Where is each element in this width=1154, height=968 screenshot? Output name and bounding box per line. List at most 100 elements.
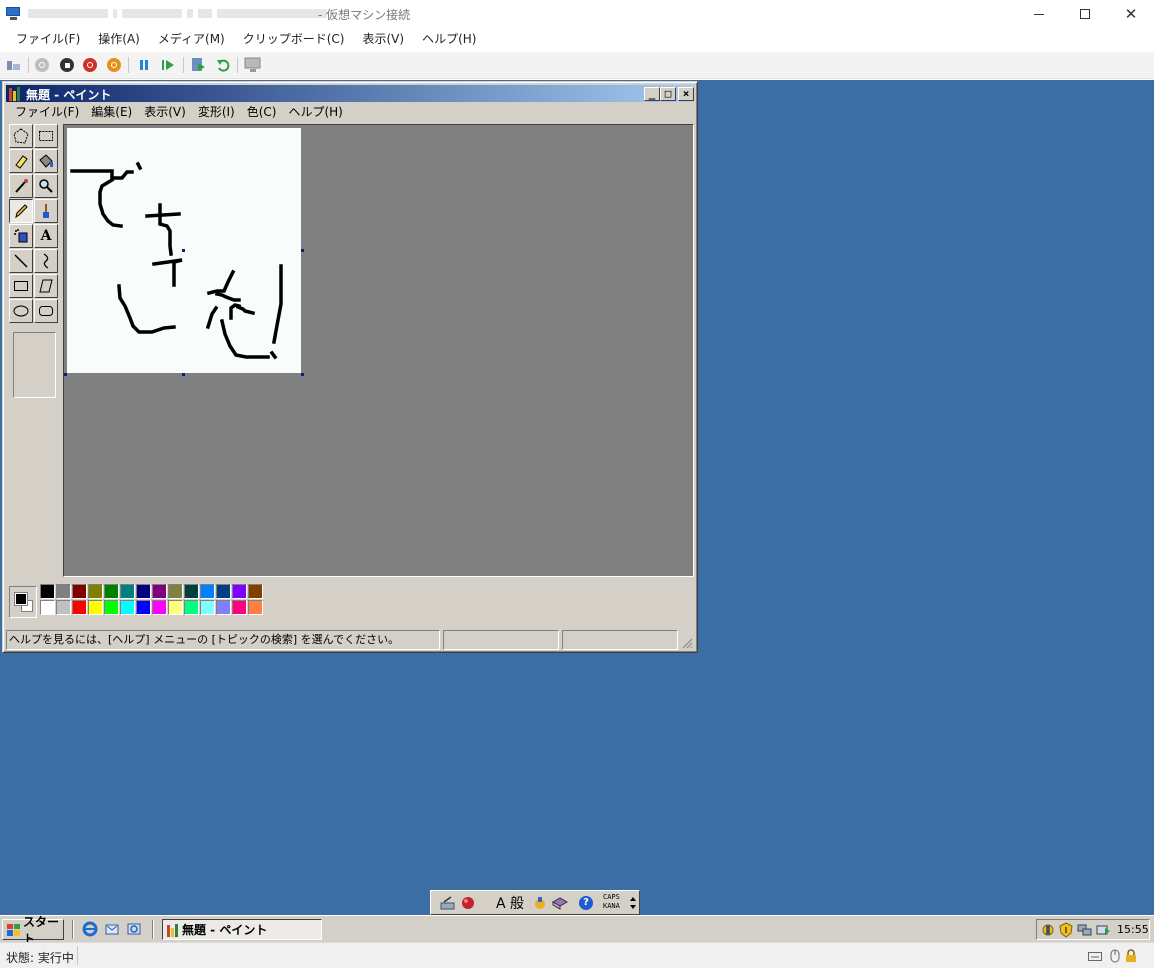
quicklaunch-ie[interactable] [82, 921, 98, 937]
menu-help[interactable]: ヘルプ(H) [413, 28, 485, 51]
current-colors[interactable] [9, 586, 37, 618]
ime-input-mode-button[interactable] [439, 894, 457, 912]
checkpoint-button[interactable] [189, 56, 207, 74]
quicklaunch-show-desktop[interactable] [126, 921, 142, 937]
color-swatch[interactable] [232, 600, 247, 615]
start-vm-button[interactable] [33, 56, 51, 74]
color-swatch[interactable] [248, 600, 263, 615]
vm-viewport[interactable]: 無題 - ペイント _ □ × ファイル(F) 編集(E) 表示(V) 変形(I… [0, 80, 1154, 946]
eraser-tool[interactable] [9, 149, 33, 173]
paint-menu-colors[interactable]: 色(C) [241, 103, 283, 120]
menu-media[interactable]: メディア(M) [149, 28, 234, 51]
line-tool[interactable] [9, 249, 33, 273]
shutdown-button[interactable] [81, 56, 99, 74]
ctrl-alt-del-button[interactable] [5, 56, 23, 74]
menu-file[interactable]: ファイル(F) [7, 28, 89, 51]
paint-menu-edit[interactable]: 編集(E) [85, 103, 138, 120]
tray-device-icon[interactable] [1095, 922, 1111, 938]
tray-security-icon[interactable] [1058, 922, 1074, 938]
minimize-button[interactable] [1016, 0, 1062, 28]
pick-color-tool[interactable] [9, 174, 33, 198]
ime-dictionary-button[interactable] [551, 894, 569, 912]
rectangle-tool[interactable] [9, 274, 33, 298]
resize-handle-mid-right[interactable] [301, 249, 304, 252]
tray-connection-icon[interactable] [1077, 922, 1093, 938]
paint-minimize-button[interactable]: _ [644, 87, 660, 101]
color-swatch[interactable] [184, 600, 199, 615]
ime-help-button[interactable]: ? [577, 894, 595, 912]
clock[interactable]: 15:55 [1117, 922, 1149, 938]
taskbar-button-paint[interactable]: 無題 - ペイント [162, 919, 322, 940]
resize-handle-right[interactable] [182, 249, 185, 252]
color-swatch[interactable] [40, 600, 55, 615]
ime-conversion-icon [535, 897, 545, 909]
close-button[interactable]: ✕ [1108, 0, 1154, 28]
rect-select-tool[interactable] [34, 124, 58, 148]
color-swatch[interactable] [40, 584, 55, 599]
color-swatch[interactable] [152, 584, 167, 599]
polygon-tool[interactable] [34, 274, 58, 298]
ime-options-icon[interactable] [629, 896, 637, 910]
color-swatch[interactable] [72, 600, 87, 615]
color-swatch[interactable] [136, 584, 151, 599]
magnifier-tool[interactable] [34, 174, 58, 198]
color-swatch[interactable] [120, 600, 135, 615]
tray-network-icon[interactable] [1040, 922, 1056, 938]
color-swatch[interactable] [168, 584, 183, 599]
ime-conversion-button[interactable] [531, 894, 549, 912]
paint-menu-help[interactable]: ヘルプ(H) [282, 103, 348, 120]
curve-tool[interactable] [34, 249, 58, 273]
text-tool[interactable]: A [34, 224, 58, 248]
ime-mode-indicator[interactable]: A 般 [489, 894, 531, 912]
paint-maximize-button[interactable]: □ [660, 87, 676, 101]
color-swatch[interactable] [120, 584, 135, 599]
enhanced-session-button[interactable] [244, 56, 262, 74]
free-select-tool[interactable] [9, 124, 33, 148]
pencil-tool[interactable] [9, 199, 33, 223]
color-swatch[interactable] [200, 600, 215, 615]
resize-handle-bottom[interactable] [182, 373, 185, 376]
menu-view[interactable]: 表示(V) [354, 28, 414, 51]
paint-close-button[interactable]: × [678, 87, 694, 101]
fill-tool[interactable] [34, 149, 58, 173]
color-swatch[interactable] [184, 584, 199, 599]
color-swatch[interactable] [168, 600, 183, 615]
color-swatch[interactable] [72, 584, 87, 599]
paint-menu-image[interactable]: 変形(I) [192, 103, 241, 120]
color-swatch[interactable] [104, 600, 119, 615]
maximize-button[interactable] [1062, 0, 1108, 28]
color-swatch[interactable] [200, 584, 215, 599]
tool-options-box[interactable] [13, 332, 56, 398]
color-swatch[interactable] [216, 584, 231, 599]
resize-handle-corner[interactable] [301, 373, 304, 376]
ime-pad-button[interactable] [459, 894, 477, 912]
paint-titlebar[interactable]: 無題 - ペイント _ □ × [6, 85, 694, 102]
menu-clipboard[interactable]: クリップボード(C) [234, 28, 354, 51]
quicklaunch-outlook-express[interactable] [104, 921, 120, 937]
color-swatch[interactable] [232, 584, 247, 599]
color-swatch[interactable] [136, 600, 151, 615]
color-swatch[interactable] [216, 600, 231, 615]
ellipse-tool[interactable] [9, 299, 33, 323]
color-swatch[interactable] [152, 600, 167, 615]
color-swatch[interactable] [56, 584, 71, 599]
size-grip-icon[interactable] [681, 637, 693, 649]
color-swatch[interactable] [88, 584, 103, 599]
menu-action[interactable]: 操作(A) [89, 28, 149, 51]
paint-menu-file[interactable]: ファイル(F) [9, 103, 85, 120]
save-state-button[interactable] [105, 56, 123, 74]
pause-button[interactable] [135, 56, 153, 74]
start-button[interactable]: スタート [2, 915, 64, 946]
airbrush-tool[interactable] [9, 224, 33, 248]
color-swatch[interactable] [104, 584, 119, 599]
color-swatch[interactable] [88, 600, 103, 615]
rounded-rect-tool[interactable] [34, 299, 58, 323]
brush-tool[interactable] [34, 199, 58, 223]
host-titlebar: - 仮想マシン接続 ✕ [0, 0, 1154, 28]
turn-off-button[interactable] [58, 56, 76, 74]
resume-button[interactable] [159, 56, 177, 74]
paint-menu-view[interactable]: 表示(V) [138, 103, 192, 120]
color-swatch[interactable] [56, 600, 71, 615]
color-swatch[interactable] [248, 584, 263, 599]
revert-button[interactable] [214, 56, 232, 74]
